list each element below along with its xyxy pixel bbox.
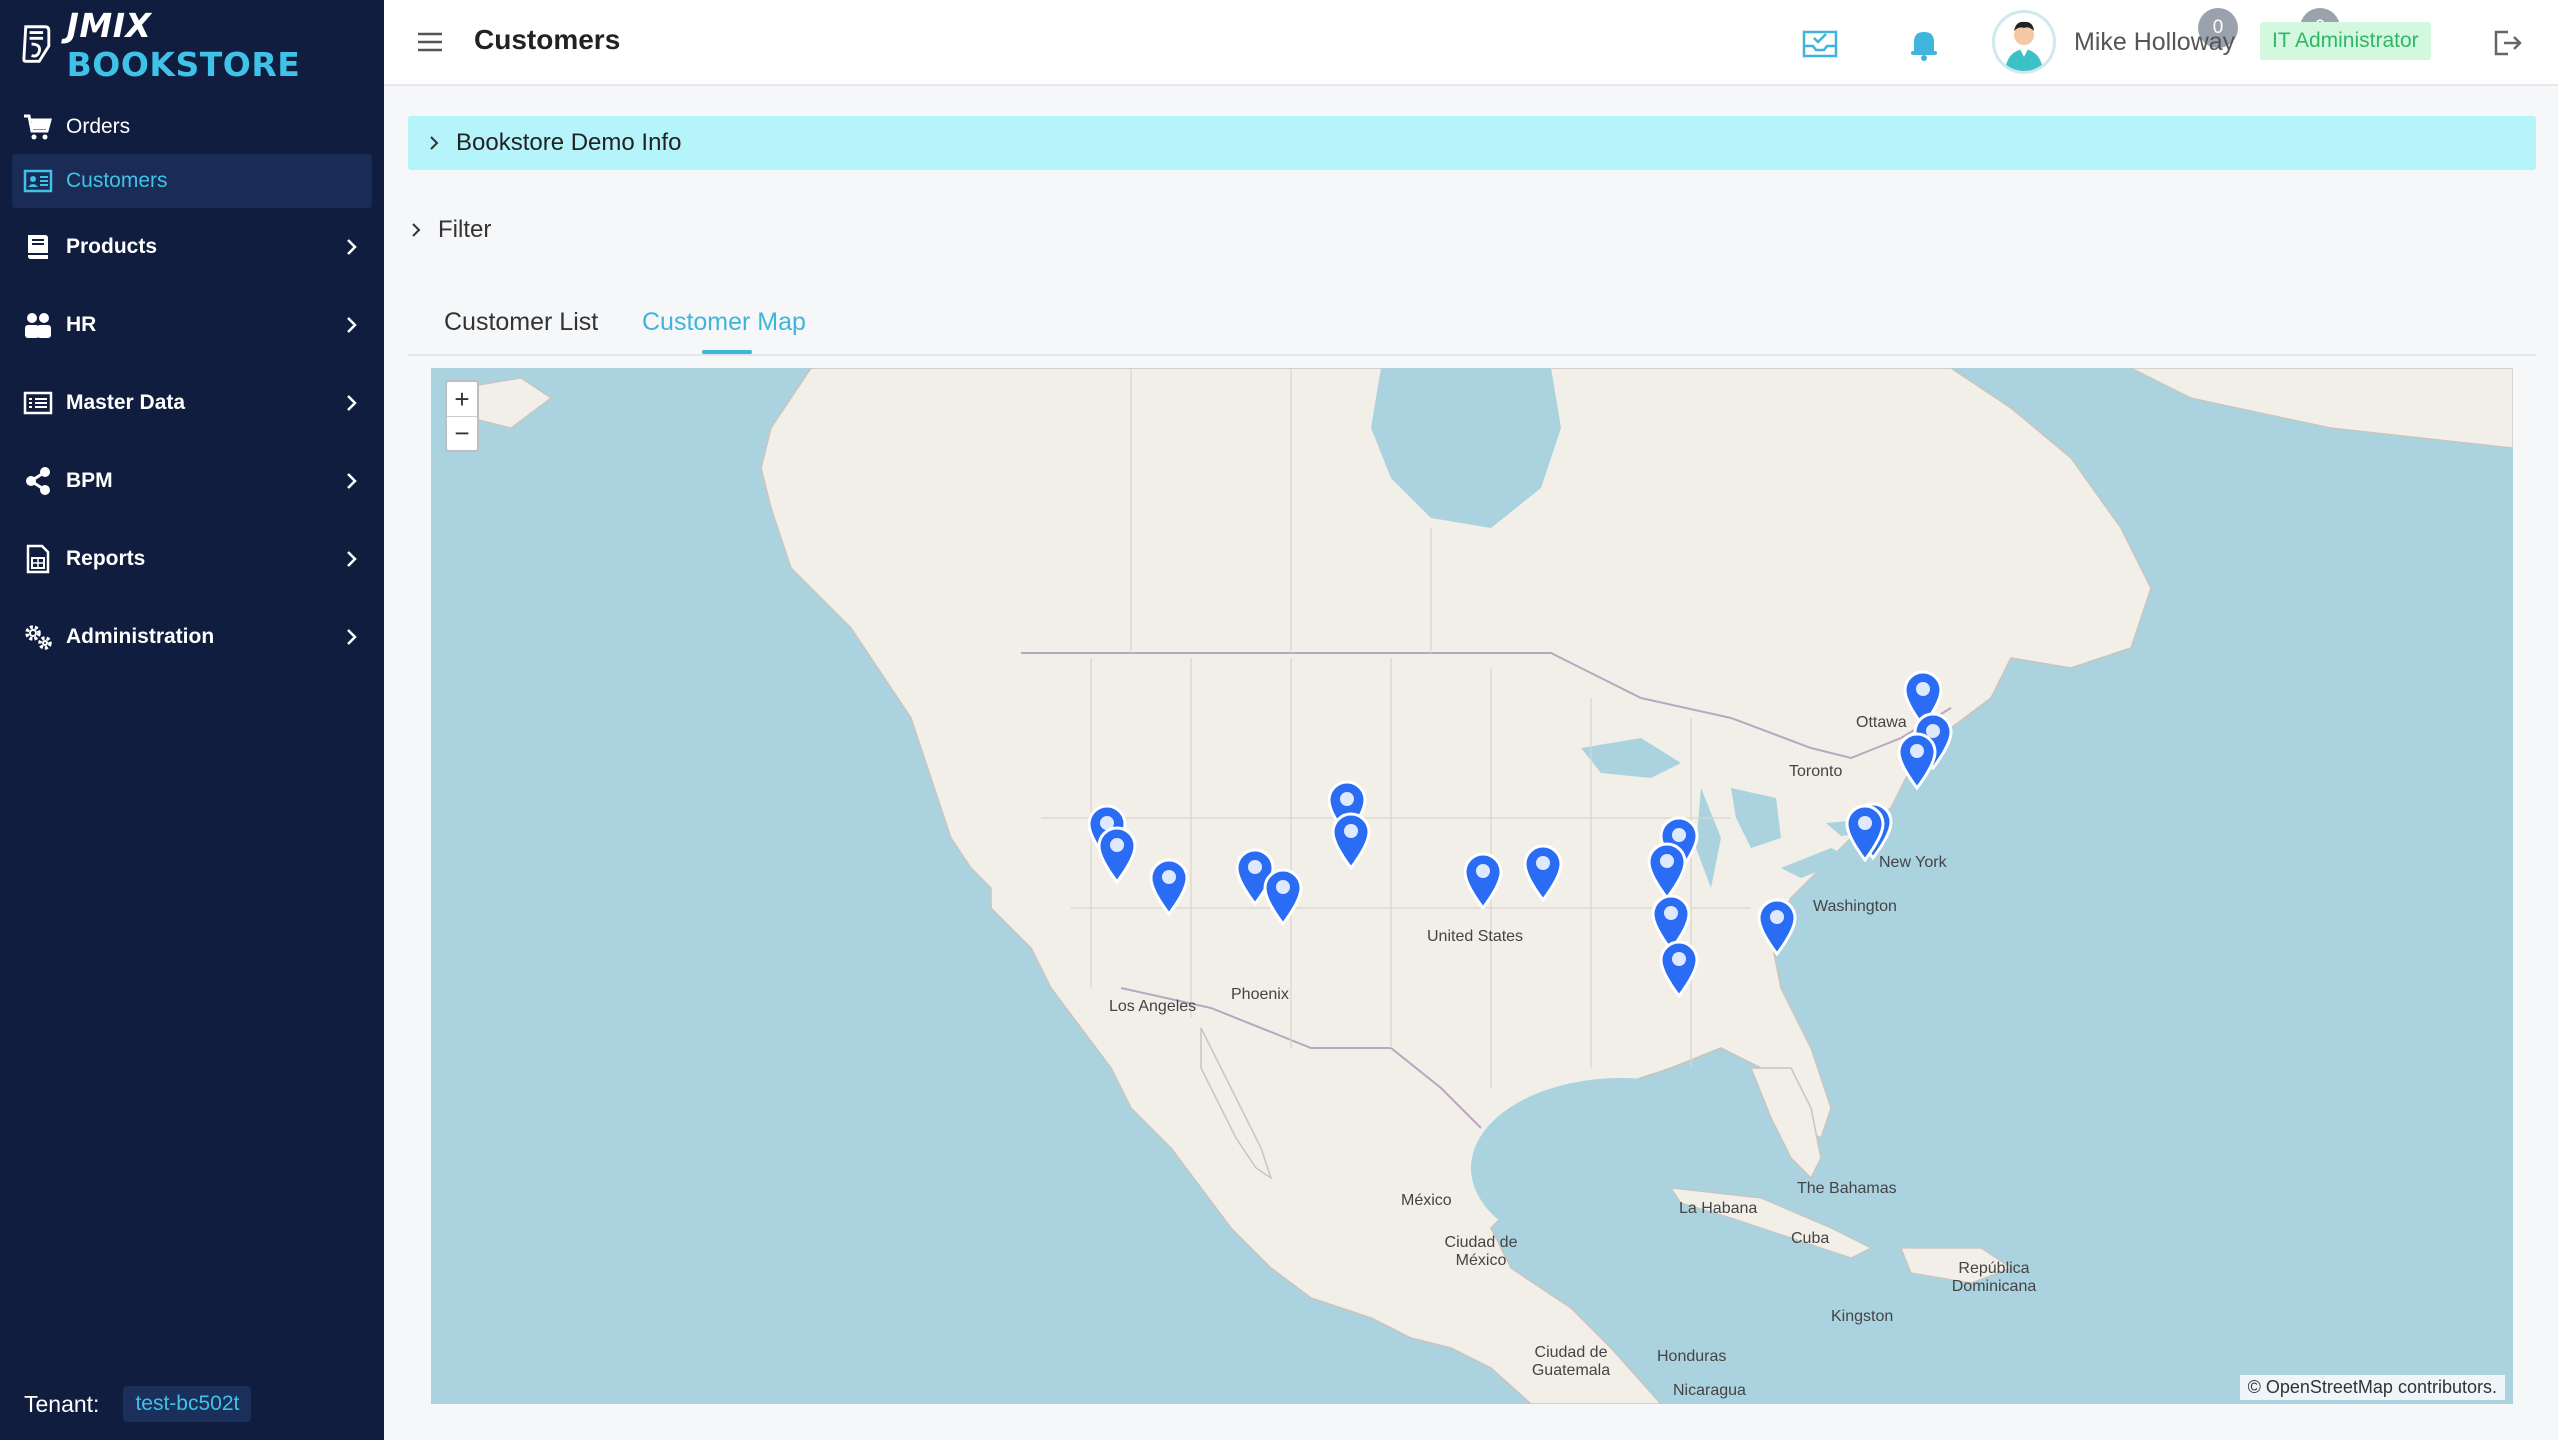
map-label-washington: Washington xyxy=(1813,898,1897,915)
chevron-right-icon xyxy=(347,239,357,255)
users-icon xyxy=(22,309,54,341)
demo-info-panel[interactable]: Bookstore Demo Info xyxy=(408,116,2536,170)
sidebar-item-label: Products xyxy=(66,235,158,258)
map-label-nicaragua: Nicaragua xyxy=(1673,1382,1746,1399)
sidebar-item-label: HR xyxy=(66,313,97,336)
logout-icon[interactable] xyxy=(2490,26,2524,60)
map-marker-icon[interactable] xyxy=(1147,856,1191,917)
map-label-republica-dominicana: República Dominicana xyxy=(1951,1260,2037,1295)
tenant-label: Tenant: xyxy=(24,1390,100,1417)
sidebar-item-master-data[interactable]: Master Data xyxy=(0,364,384,442)
avatar[interactable] xyxy=(1992,10,2056,74)
bell-icon[interactable] xyxy=(1902,20,1946,64)
sidebar-item-label: Orders xyxy=(66,115,131,138)
map-marker-icon[interactable] xyxy=(1843,802,1887,863)
map-marker-icon[interactable] xyxy=(1095,824,1139,885)
chevron-right-icon xyxy=(347,629,357,645)
map-attribution: © OpenStreetMap contributors. xyxy=(2239,1375,2505,1400)
role-badge: IT Administrator xyxy=(2260,22,2431,60)
sidebar-item-products[interactable]: Products xyxy=(0,208,384,286)
map-marker-icon[interactable] xyxy=(1461,850,1505,911)
chevron-right-icon xyxy=(347,551,357,567)
zoom-out-button[interactable]: − xyxy=(447,416,477,450)
demo-info-title: Bookstore Demo Info xyxy=(456,129,682,156)
map-label-la-habana: La Habana xyxy=(1679,1200,1758,1217)
map-marker-icon[interactable] xyxy=(1521,842,1565,903)
sidebar-item-label: BPM xyxy=(66,469,113,492)
map-label-cuba: Cuba xyxy=(1791,1230,1830,1247)
map-marker-icon[interactable] xyxy=(1329,810,1373,871)
top-header: Customers 0 0 Mike Holloway IT Administr… xyxy=(384,0,2558,86)
map-label-bahamas: The Bahamas xyxy=(1797,1180,1897,1197)
tenant-value: test-bc502t xyxy=(123,1386,252,1422)
chevron-right-icon xyxy=(347,473,357,489)
sidebar: JMIX BOOKSTORE Orders Customers Products xyxy=(0,0,384,1440)
user-name[interactable]: Mike Holloway xyxy=(2074,28,2235,57)
active-tab-indicator xyxy=(702,350,752,354)
share-icon xyxy=(22,465,54,497)
map-label-los-angeles: Los Angeles xyxy=(1109,998,1197,1015)
logo-text-jmix: JMIX xyxy=(66,6,152,45)
tab-customer-map[interactable]: Customer Map xyxy=(642,308,806,351)
app-logo[interactable]: JMIX BOOKSTORE xyxy=(20,6,384,84)
map-label-kingston: Kingston xyxy=(1831,1308,1894,1325)
filter-toggle[interactable]: Filter xyxy=(408,216,491,244)
chevron-right-icon xyxy=(347,317,357,333)
menu-toggle-icon[interactable] xyxy=(414,26,446,58)
sidebar-item-label: Master Data xyxy=(66,391,186,414)
customer-map[interactable]: Ottawa Toronto New York Washington Unite… xyxy=(431,368,2513,1404)
tasks-inbox-icon[interactable] xyxy=(1798,20,1842,64)
attribution-text: contributors. xyxy=(2392,1377,2497,1397)
cart-icon xyxy=(22,111,54,143)
sidebar-item-bpm[interactable]: BPM xyxy=(0,442,384,520)
id-card-icon xyxy=(22,165,54,197)
map-label-ciudad-de-guatemala: Ciudad de Guatemala xyxy=(1531,1344,1611,1379)
map-marker-icon[interactable] xyxy=(1895,730,1939,791)
map-marker-icon[interactable] xyxy=(1755,896,1799,957)
map-label-ciudad-de-mexico: Ciudad de México xyxy=(1444,1234,1518,1269)
map-label-mexico: México xyxy=(1401,1192,1452,1209)
tab-customer-list[interactable]: Customer List xyxy=(444,308,598,351)
sidebar-item-orders[interactable]: Orders xyxy=(0,100,384,154)
sidebar-item-customers[interactable]: Customers xyxy=(12,154,372,208)
sidebar-item-reports[interactable]: Reports xyxy=(0,520,384,598)
tenant-info: Tenant: test-bc502t xyxy=(24,1386,252,1422)
sidebar-item-hr[interactable]: HR xyxy=(0,286,384,364)
filter-label: Filter xyxy=(438,216,492,243)
chevron-right-icon xyxy=(430,136,439,150)
zoom-in-button[interactable]: + xyxy=(447,382,477,416)
book-icon xyxy=(22,231,54,263)
user-avatar-icon xyxy=(2005,21,2043,71)
book-logo-icon xyxy=(22,25,51,63)
zoom-control: + − xyxy=(445,380,479,452)
map-marker-icon[interactable] xyxy=(1261,866,1305,927)
map-marker-icon[interactable] xyxy=(1657,938,1701,999)
logo-text-bookstore: BOOKSTORE xyxy=(66,45,301,84)
page-title: Customers xyxy=(474,24,621,55)
sidebar-item-administration[interactable]: Administration xyxy=(0,598,384,676)
list-icon xyxy=(22,387,54,419)
sidebar-item-label: Customers xyxy=(66,169,168,192)
tab-bar: Customer List Customer Map xyxy=(408,300,2536,356)
map-label-honduras: Honduras xyxy=(1657,1348,1727,1365)
sidebar-item-label: Reports xyxy=(66,547,146,570)
sidebar-item-label: Administration xyxy=(66,625,215,648)
map-label-united-states: United States xyxy=(1427,928,1524,945)
chevron-right-icon xyxy=(347,395,357,411)
openstreetmap-link[interactable]: © OpenStreetMap xyxy=(2248,1377,2393,1397)
map-marker-icon[interactable] xyxy=(1645,840,1689,901)
map-label-phoenix: Phoenix xyxy=(1231,986,1289,1003)
map-label-toronto: Toronto xyxy=(1789,763,1843,780)
chevron-right-icon xyxy=(412,223,421,237)
sidebar-nav: Orders Customers Products HR Master Data… xyxy=(0,100,384,676)
report-icon xyxy=(22,543,54,575)
gears-icon xyxy=(22,621,54,653)
